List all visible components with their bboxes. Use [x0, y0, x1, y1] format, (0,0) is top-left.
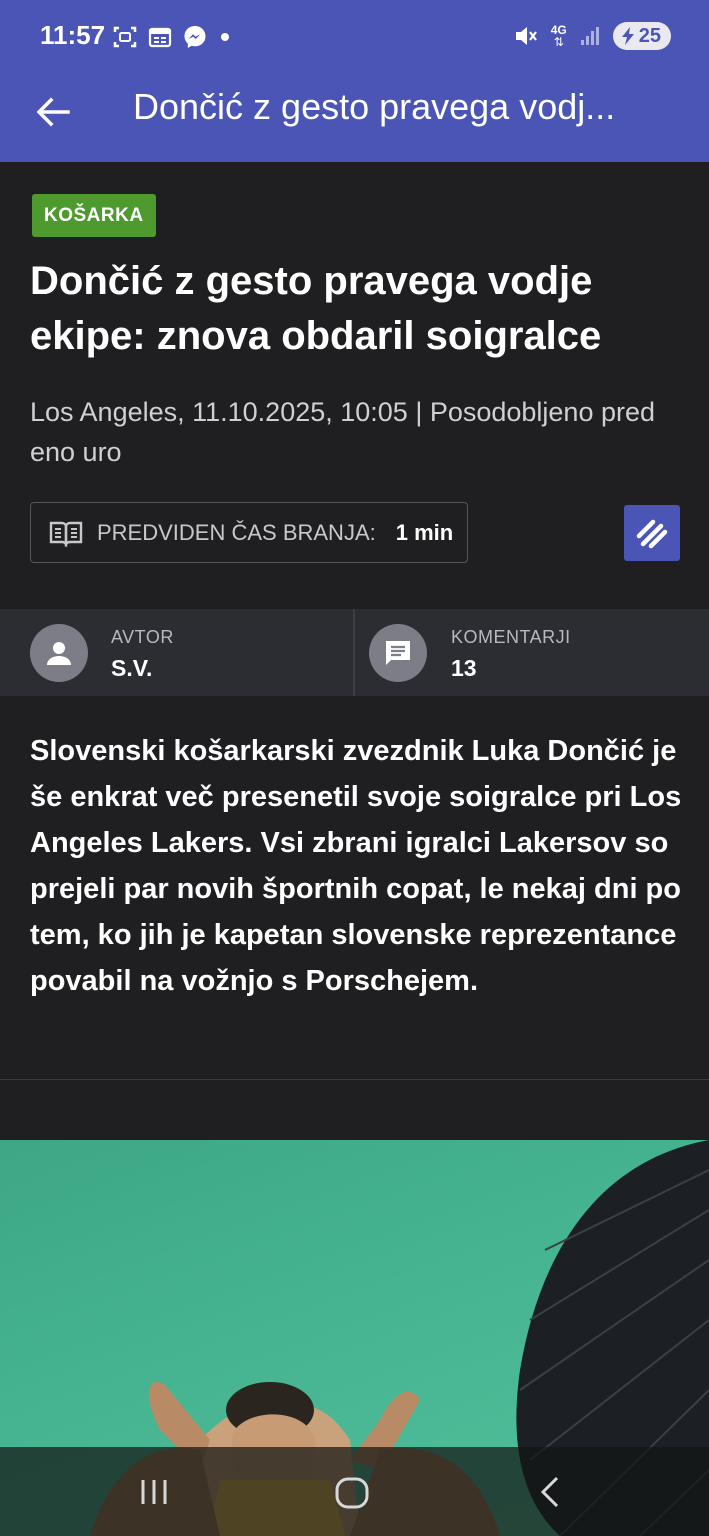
back-arrow-icon[interactable] — [32, 92, 72, 132]
reading-time-label: PREDVIDEN ČAS BRANJA: — [97, 519, 376, 545]
app-bar-title: Dončić z gesto pravega vodj... — [133, 86, 616, 127]
person-icon — [47, 642, 71, 665]
article-title: Dončić z gesto pravega vodje ekipe: znov… — [30, 259, 602, 358]
comments-count: 13 — [451, 655, 477, 681]
recent-apps-icon[interactable] — [137, 1475, 171, 1509]
screenshot-icon — [113, 26, 137, 48]
article-meta: Los Angeles, 11.10.2025, 10:05 | Posodob… — [30, 397, 656, 467]
back-nav-icon[interactable] — [537, 1475, 565, 1509]
app-bar: Dončić z gesto pravega vodj... — [0, 74, 709, 162]
reading-time-value: 1 min — [395, 519, 454, 545]
network-4g-icon: 4G ⇅ — [550, 23, 567, 49]
mute-icon — [515, 27, 537, 45]
status-time: 11:57 — [40, 20, 106, 50]
battery-icon: 25 — [612, 22, 671, 50]
comments-avatar — [369, 624, 427, 682]
status-system-icons: 4G ⇅ 25 — [513, 22, 671, 50]
book-icon — [49, 521, 83, 547]
battery-level: 25 — [638, 24, 661, 47]
status-notification-icons — [112, 24, 232, 50]
article-lead: Slovenski košarkarski zvezdnik Luka Donč… — [30, 735, 682, 997]
status-bar: 11:57 4G ⇅ 25 — [0, 0, 709, 74]
system-navigation-bar — [0, 1447, 709, 1536]
bolt-icon — [621, 27, 634, 45]
swipe-mode-button[interactable] — [624, 505, 680, 561]
comment-icon — [386, 641, 410, 665]
author-comments-bar: AVTOR S.V. KOMENTARJI 13 — [0, 609, 709, 696]
signal-icon — [580, 27, 599, 45]
top-bar: 11:57 4G ⇅ 25 Dončić z gesto pravega vod… — [0, 0, 709, 162]
author-value: S.V. — [111, 655, 153, 681]
comments-label: KOMENTARJI — [451, 627, 571, 647]
calendar-icon — [148, 27, 172, 48]
content-divider — [0, 1079, 709, 1080]
comments-section[interactable]: KOMENTARJI 13 — [355, 609, 709, 696]
category-badge[interactable]: KOŠARKA — [32, 194, 156, 237]
author-label: AVTOR — [111, 627, 174, 647]
home-icon[interactable] — [334, 1475, 370, 1511]
swipe-icon — [636, 519, 668, 549]
messenger-icon — [184, 26, 206, 48]
dot-icon — [221, 33, 229, 41]
reading-time-box: PREDVIDEN ČAS BRANJA: 1 min — [30, 502, 468, 563]
author-section: AVTOR S.V. — [0, 609, 353, 696]
author-avatar — [30, 624, 88, 682]
